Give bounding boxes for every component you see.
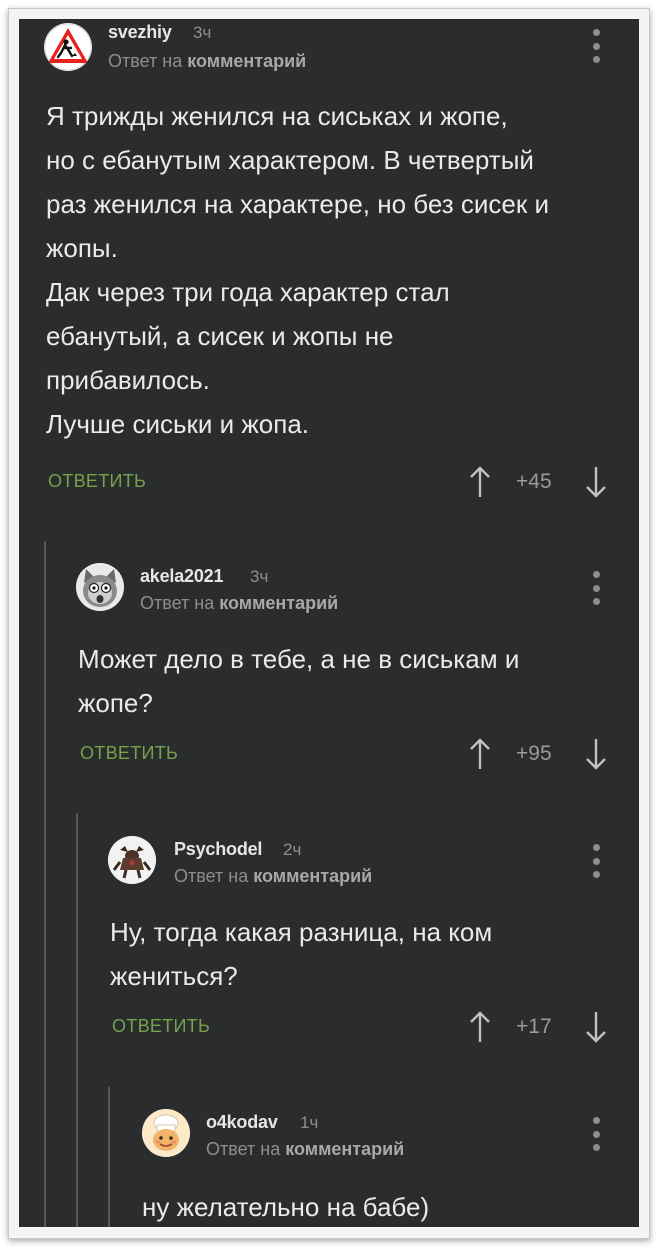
road-work-sign-avatar[interactable] <box>44 23 92 71</box>
reply-button[interactable]: ОТВЕТИТЬ <box>80 743 178 764</box>
more-options-icon[interactable] <box>592 571 600 605</box>
comment-line: жениться? <box>110 961 238 991</box>
thread-line[interactable] <box>108 1087 110 1227</box>
comment-time: 2ч <box>283 840 302 859</box>
reply-to-link[interactable]: Ответ на комментарий <box>206 1139 404 1160</box>
rating-count: +17 <box>516 1015 552 1038</box>
reply-target: комментарий <box>187 51 307 71</box>
downvote-arrow-icon[interactable] <box>584 1010 608 1044</box>
reply-prefix: Ответ на <box>174 866 249 886</box>
comment-body: Может дело в тебе, а не в сиськам и жопе… <box>78 637 519 725</box>
reply-target: комментарий <box>253 866 373 886</box>
comment-line: Я трижды женился на сиськах и жопе, <box>46 101 508 131</box>
reply-target: комментарий <box>285 1139 405 1159</box>
comment-line: Дак через три года характер стал <box>46 277 450 307</box>
rating-count: +45 <box>516 470 552 493</box>
cartoon-chef-avatar[interactable] <box>142 1109 190 1157</box>
comment-line: жопе? <box>78 688 153 718</box>
comment-line: Ну, тогда какая разница, на ком <box>110 917 493 947</box>
more-options-icon[interactable] <box>592 844 600 878</box>
comment-line: Лучше сиськи и жопа. <box>46 409 309 439</box>
comment-author[interactable]: akela2021 <box>140 566 223 587</box>
more-options-icon[interactable] <box>592 1117 600 1151</box>
comment-line: Может дело в тебе, а не в сиськам и <box>78 644 520 674</box>
upvote-arrow-icon[interactable] <box>468 465 492 499</box>
upvote-arrow-icon[interactable] <box>468 1010 492 1044</box>
comment-time: 3ч <box>250 567 269 586</box>
shocked-cat-avatar[interactable] <box>76 563 124 611</box>
more-options-icon[interactable] <box>592 29 600 63</box>
comment-line: жопы. <box>46 233 118 263</box>
comment-author[interactable]: svezhiy <box>108 22 172 43</box>
comment-line: прибавилось. <box>46 365 210 395</box>
comment-line: ну желательно на бабе) <box>142 1192 430 1222</box>
reply-prefix: Ответ на <box>206 1139 281 1159</box>
comment-line: но с ебанутым характером. В четвертый <box>46 145 534 175</box>
comment-body: ну желательно на бабе) <box>142 1185 429 1227</box>
comment-line: раз женился на характере, но без сисек и <box>46 189 550 219</box>
downvote-arrow-icon[interactable] <box>584 465 608 499</box>
rating-count: +95 <box>516 742 552 765</box>
reply-target: комментарий <box>219 593 339 613</box>
downvote-arrow-icon[interactable] <box>584 737 608 771</box>
reply-to-link[interactable]: Ответ на комментарий <box>140 593 338 614</box>
comment-body: Я трижды женился на сиськах и жопе, но с… <box>46 94 549 446</box>
comment-body: Ну, тогда какая разница, на ком жениться… <box>110 910 492 998</box>
reply-to-link[interactable]: Ответ на комментарий <box>174 866 372 887</box>
reply-button[interactable]: ОТВЕТИТЬ <box>48 471 146 492</box>
comment-line: ебанутый, а сисек и жопы не <box>46 321 394 351</box>
reply-to-link[interactable]: Ответ на комментарий <box>108 51 306 72</box>
reply-button[interactable]: ОТВЕТИТЬ <box>112 1016 210 1037</box>
upvote-arrow-icon[interactable] <box>468 737 492 771</box>
thread-line[interactable] <box>76 813 78 1227</box>
reply-prefix: Ответ на <box>108 51 183 71</box>
thread-line[interactable] <box>44 541 46 1227</box>
comment-time: 3ч <box>193 23 212 42</box>
creature-figure-avatar[interactable] <box>108 836 156 884</box>
comment-author[interactable]: o4kodav <box>206 1112 278 1133</box>
comments-panel: svezhiy 3ч Ответ на комментарий Я трижды… <box>19 19 639 1227</box>
comment-author[interactable]: Psychodel <box>174 839 262 860</box>
reply-prefix: Ответ на <box>140 593 215 613</box>
comment-time: 1ч <box>300 1113 319 1132</box>
